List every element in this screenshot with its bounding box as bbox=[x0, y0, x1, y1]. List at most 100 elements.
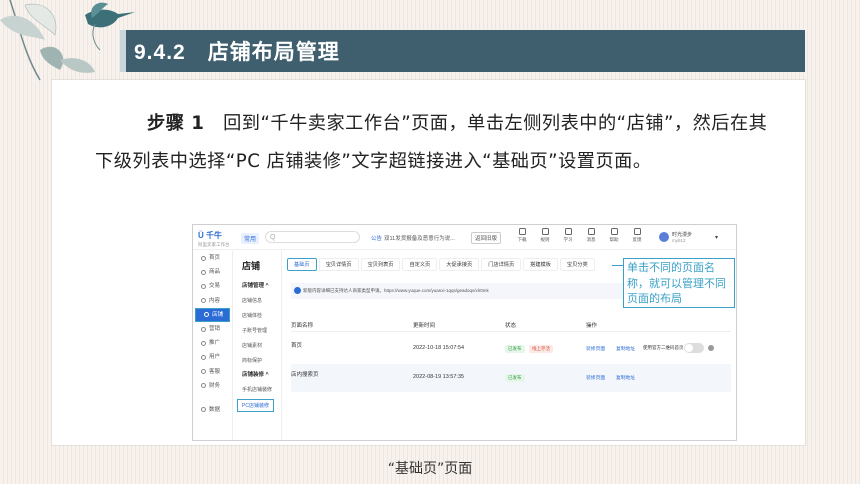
tool-label: 帮助 bbox=[609, 237, 619, 242]
home-icon bbox=[201, 255, 206, 261]
tool-label: 下载 bbox=[517, 237, 527, 242]
status-badge: 线上存活 bbox=[529, 345, 553, 353]
tab-item-list[interactable]: 宝贝列表页 bbox=[360, 258, 401, 271]
nav-item-service[interactable]: 客服 bbox=[193, 365, 232, 379]
help-icon bbox=[610, 228, 618, 235]
content-icon bbox=[201, 298, 206, 304]
cell-page-name: 店内搜索页 bbox=[291, 372, 319, 378]
decorate-page-link[interactable]: 装修页面 bbox=[586, 374, 605, 381]
nav-sub-materials[interactable]: 店铺素材 bbox=[234, 334, 281, 349]
nav-label: 交易 bbox=[209, 283, 221, 290]
embedded-screenshot: Ü 千牛 阿里卖家工作台 常用 Q 公告 双11发货报备及恶意行为说... 返回旧版… bbox=[192, 224, 737, 441]
col-update-time: 更新时间 bbox=[413, 323, 436, 329]
tool-download[interactable]: 下载 bbox=[515, 228, 529, 243]
user-menu[interactable]: 时光漫步 my912 ▾ bbox=[659, 231, 718, 243]
finance-icon bbox=[201, 383, 206, 389]
data-icon bbox=[201, 407, 206, 413]
tab-template[interactable]: 搭建模板 bbox=[523, 258, 558, 271]
cell-page-name: 首页 bbox=[291, 343, 303, 349]
nav-group-shop-manage[interactable]: 店铺管理 ^ bbox=[234, 275, 281, 289]
rules-icon bbox=[541, 228, 549, 235]
common-button[interactable]: 常用 bbox=[241, 233, 260, 244]
service-icon bbox=[201, 369, 206, 375]
primary-nav: 首页 商品 交易 内容 店铺 营销 推广 用户 客服 财务 数据 bbox=[193, 251, 233, 440]
nav-sub-subaccount[interactable]: 子账号管理 bbox=[234, 319, 281, 334]
table-row: 首页 2022-10-18 15:07:54 已发布 线上存活 装修页面 复制地… bbox=[291, 335, 731, 363]
tool-help[interactable]: 帮助 bbox=[607, 228, 621, 243]
official-qr-toggle[interactable] bbox=[684, 343, 704, 353]
users-icon bbox=[201, 354, 206, 360]
back-to-old-button[interactable]: 返回旧版 bbox=[471, 232, 502, 244]
trade-icon bbox=[201, 283, 206, 289]
section-title: 9.4.2 店铺布局管理 bbox=[134, 36, 340, 66]
nav-item-home[interactable]: 首页 bbox=[193, 251, 232, 265]
info-text: 新版内容详细已支持达人商家类型申请。https://www.yuque.com/… bbox=[303, 288, 489, 293]
nav-item-shop[interactable]: 店铺 bbox=[195, 307, 230, 322]
notice-bar[interactable]: 公告 双11发货报备及恶意行为说... bbox=[371, 234, 455, 242]
chevron-down-icon: ▾ bbox=[715, 234, 719, 241]
copy-url-link[interactable]: 复制地址 bbox=[616, 374, 635, 381]
status-badge: 已发布 bbox=[505, 345, 525, 353]
tab-promo[interactable]: 大促承接页 bbox=[439, 258, 480, 271]
help-icon[interactable] bbox=[708, 345, 714, 351]
message-icon bbox=[587, 228, 595, 235]
section-title-text: 店铺布局管理 bbox=[207, 41, 340, 64]
cell-time: 2022-08-19 13:57:35 bbox=[413, 374, 465, 380]
goods-icon bbox=[201, 269, 206, 275]
nav-label: 用户 bbox=[209, 354, 221, 361]
nav-label: 店铺 bbox=[212, 311, 224, 318]
nav-item-promotion[interactable]: 推广 bbox=[193, 336, 232, 350]
page-tabs: 基础页 宝贝详情页 宝贝列表页 自定义页 大促承接页 门店详情页 搭建模板 宝贝… bbox=[287, 258, 595, 271]
col-status: 状态 bbox=[505, 323, 517, 329]
section-number: 9.4.2 bbox=[134, 41, 186, 64]
nav-label: 营销 bbox=[209, 326, 221, 333]
notice-tag: 公告 bbox=[371, 236, 383, 242]
nav-sub-trademark[interactable]: 商标保护 bbox=[234, 349, 281, 364]
nav-sub-mobile-decoration[interactable]: 手机店铺装修 bbox=[234, 378, 281, 393]
tool-rules[interactable]: 规则 bbox=[538, 228, 552, 243]
figure-caption: “基础页”页面 bbox=[387, 461, 473, 477]
decorate-page-link[interactable]: 装修页面 bbox=[586, 345, 605, 352]
tool-learn[interactable]: 学习 bbox=[561, 228, 575, 243]
cell-time: 2022-10-18 15:07:54 bbox=[413, 345, 465, 351]
status-badge: 已发布 bbox=[505, 374, 525, 382]
tool-feedback[interactable]: 反馈 bbox=[630, 228, 644, 243]
nav-item-finance[interactable]: 财务 bbox=[193, 379, 232, 393]
nav-label: 客服 bbox=[209, 368, 221, 375]
feedback-icon bbox=[633, 228, 641, 235]
nav-group-decoration[interactable]: 店铺装修 ^ bbox=[234, 364, 281, 378]
col-actions: 操作 bbox=[586, 323, 598, 329]
nav-label: 推广 bbox=[209, 340, 221, 347]
nav-item-marketing[interactable]: 营销 bbox=[193, 322, 232, 336]
tab-item-detail[interactable]: 宝贝详情页 bbox=[318, 258, 359, 271]
nav-label: 首页 bbox=[209, 255, 221, 262]
tool-label: 规则 bbox=[540, 237, 550, 242]
step-label: 步骤 1 bbox=[147, 113, 205, 134]
nav-sub-pc-decoration[interactable]: PC店铺装修 bbox=[237, 399, 274, 412]
qianniu-logo[interactable]: Ü 千牛 阿里卖家工作台 bbox=[198, 230, 230, 248]
official-qr-label: 使用官方二维码首页 bbox=[643, 345, 684, 350]
qianniu-topbar: Ü 千牛 阿里卖家工作台 常用 Q 公告 双11发货报备及恶意行为说... 返回旧版… bbox=[193, 225, 736, 250]
callout-box: 单击不同的页面名称，就可以管理不同页面的布局 bbox=[623, 258, 735, 308]
copy-url-link[interactable]: 复制地址 bbox=[616, 345, 635, 352]
nav-item-data[interactable]: 数据 bbox=[193, 403, 232, 417]
nav-sub-shop-info[interactable]: 店铺信息 bbox=[234, 289, 281, 304]
logo-text: 千牛 bbox=[206, 231, 222, 240]
user-id: my912 bbox=[672, 238, 686, 243]
tab-category[interactable]: 宝贝分类 bbox=[559, 258, 595, 271]
search-input[interactable]: Q bbox=[265, 231, 360, 243]
tab-basic[interactable]: 基础页 bbox=[287, 258, 317, 271]
nav-item-trade[interactable]: 交易 bbox=[193, 279, 232, 293]
hummingbird-flower-illustration bbox=[0, 0, 135, 81]
tab-store-detail[interactable]: 门店详情页 bbox=[481, 258, 522, 271]
logo-subtitle: 阿里卖家工作台 bbox=[198, 242, 230, 247]
nav-item-goods[interactable]: 商品 bbox=[193, 265, 232, 279]
tool-message[interactable]: 消息 bbox=[584, 228, 598, 243]
nav-item-content[interactable]: 内容 bbox=[193, 294, 232, 308]
marketing-icon bbox=[201, 326, 206, 332]
nav-item-users[interactable]: 用户 bbox=[193, 350, 232, 364]
nav-sub-shop-check[interactable]: 店铺体检 bbox=[234, 304, 281, 319]
col-page-name: 页面名称 bbox=[291, 323, 314, 329]
top-tools: 下载 规则 学习 消息 帮助 反馈 bbox=[515, 228, 644, 243]
tab-custom[interactable]: 自定义页 bbox=[402, 258, 438, 271]
